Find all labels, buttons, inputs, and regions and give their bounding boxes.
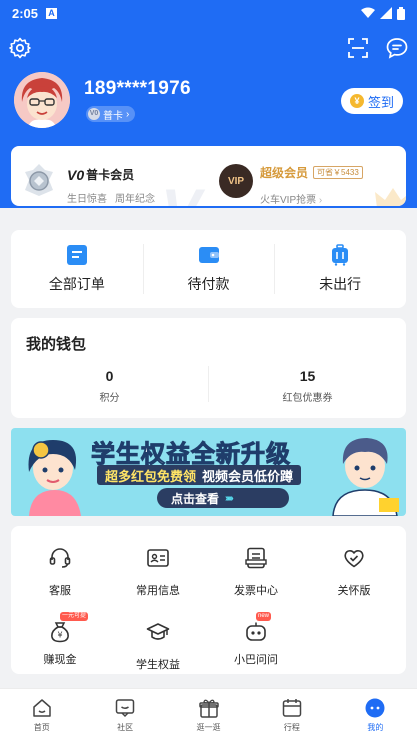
banner-title: 学生权益全新升级 (91, 441, 291, 469)
tab-explore[interactable]: 逛一逛 (167, 689, 250, 741)
girl-illustration (28, 440, 81, 516)
tab-me[interactable]: 我的 (334, 689, 417, 741)
coin-icon: ¥ (349, 94, 364, 108)
member-perks: 生日惊喜 周年纪念 (67, 190, 155, 205)
crown-icon (375, 188, 406, 206)
headset-icon (49, 548, 71, 568)
points-value: 0 (105, 368, 114, 384)
assistant-new-tag: new (256, 612, 272, 621)
status-time: 2:05 (12, 5, 39, 21)
points-label: 积分 (99, 393, 120, 404)
profile-icon (365, 698, 385, 718)
battery-icon (397, 6, 405, 20)
wifi-icon (361, 7, 375, 18)
level-label: 普卡 (103, 110, 123, 122)
svg-text:¥: ¥ (57, 631, 62, 640)
notification-icon: A (46, 7, 58, 19)
signin-label: 签到 (367, 94, 394, 110)
tab-community[interactable]: 社区 (83, 689, 166, 741)
message-icon[interactable] (385, 36, 409, 60)
level-badge[interactable]: V0 普卡 › (86, 106, 136, 122)
gift-icon (198, 699, 219, 718)
chevron-right-icon: › (126, 108, 130, 120)
service-customer-support[interactable]: 客服 (11, 546, 109, 598)
perk-item: 生日惊喜 (67, 194, 107, 205)
wallet-coupons[interactable]: 15 红包优惠券 (209, 368, 406, 404)
student-benefits-banner[interactable]: 学生权益全新升级 超多红包免费领 视频会员低价蹲 点击查看 ››››› (11, 428, 406, 516)
order-pending-payment[interactable]: 待付款 (142, 230, 275, 308)
wallet-points[interactable]: 0 积分 (11, 368, 208, 404)
graduation-cap-icon (146, 623, 170, 640)
level-icon: V0 (88, 108, 100, 120)
order-pending-label: 待付款 (187, 276, 230, 292)
banner-subtitle: 超多红包免费领 视频会员低价蹲 (97, 465, 302, 485)
robot-icon (246, 622, 266, 641)
wallet-panel: 我的钱包 0 积分 15 红包优惠券 (11, 318, 406, 418)
earn-cash-tag: 一元可提 (60, 612, 89, 621)
status-bar: 2:05 A (0, 0, 417, 26)
money-bag-icon: ¥ (51, 622, 69, 643)
invoice-icon (245, 547, 267, 569)
member-title: V0 普卡会员 (67, 166, 135, 183)
top-toolbar (0, 32, 417, 62)
vip-icon[interactable]: VIP (219, 164, 253, 198)
order-all[interactable]: 全部订单 (11, 230, 143, 308)
perk-item: 周年纪念 (115, 194, 155, 205)
banner-view-button[interactable]: 点击查看 ››››› (157, 488, 289, 508)
membership-emblem-icon (25, 164, 53, 196)
coupons-value: 15 (299, 368, 316, 384)
order-not-traveled[interactable]: 未出行 (274, 230, 406, 308)
arrows-icon: ››››› (225, 492, 234, 504)
bottom-tab-bar: 首页 社区 逛一逛 行程 我的 (0, 688, 417, 741)
tab-home[interactable]: 首页 (0, 689, 83, 741)
service-student-benefits[interactable]: 学生权益 (109, 620, 207, 672)
service-common-info[interactable]: 常用信息 (109, 546, 207, 598)
coupons-label: 红包优惠券 (282, 393, 333, 404)
wallet-icon (198, 247, 219, 263)
service-care-mode[interactable]: 关怀版 (305, 546, 403, 598)
boy-illustration (332, 438, 399, 516)
id-card-icon (147, 549, 169, 567)
orders-panel: 全部订单 待付款 未出行 (11, 230, 406, 308)
member-logo: V0 (67, 166, 85, 183)
member-card[interactable]: V V0 普卡会员 生日惊喜 周年纪念 VIP 超级会员 可省￥5433 火车V… (11, 146, 406, 206)
super-vip-title[interactable]: 超级会员 可省￥5433 (260, 164, 363, 181)
gear-icon[interactable] (8, 36, 32, 60)
calendar-icon (282, 699, 302, 717)
super-vip-subtitle[interactable]: 火车VIP抢票 › (260, 191, 322, 206)
luggage-icon (332, 244, 349, 266)
home-icon (32, 699, 51, 717)
wallet-title: 我的钱包 (26, 336, 87, 353)
services-grid: 客服 常用信息 发票中心 关怀版 ¥ 一元可提 赚现金 学生权益 new 小巴问… (11, 526, 406, 674)
service-assistant-qa[interactable]: new 小巴问问 (207, 612, 305, 667)
chevron-right-icon: › (318, 195, 323, 206)
avatar[interactable] (14, 72, 70, 128)
community-icon (115, 699, 135, 718)
savings-tag: 可省￥5433 (313, 166, 363, 179)
status-icons (361, 6, 405, 20)
order-not-traveled-label: 未出行 (319, 276, 362, 292)
service-invoice-center[interactable]: 发票中心 (207, 546, 305, 598)
signin-button[interactable]: ¥ 签到 (341, 88, 403, 114)
signal-icon (380, 7, 392, 19)
service-earn-cash[interactable]: ¥ 一元可提 赚现金 (11, 612, 109, 667)
order-all-label: 全部订单 (48, 276, 105, 292)
order-list-icon (66, 245, 87, 265)
heart-icon (344, 550, 364, 568)
user-phone: 189****1976 (84, 78, 191, 99)
watermark-logo: V (161, 176, 201, 206)
scan-icon[interactable] (346, 36, 370, 60)
tab-itinerary[interactable]: 行程 (250, 689, 333, 741)
